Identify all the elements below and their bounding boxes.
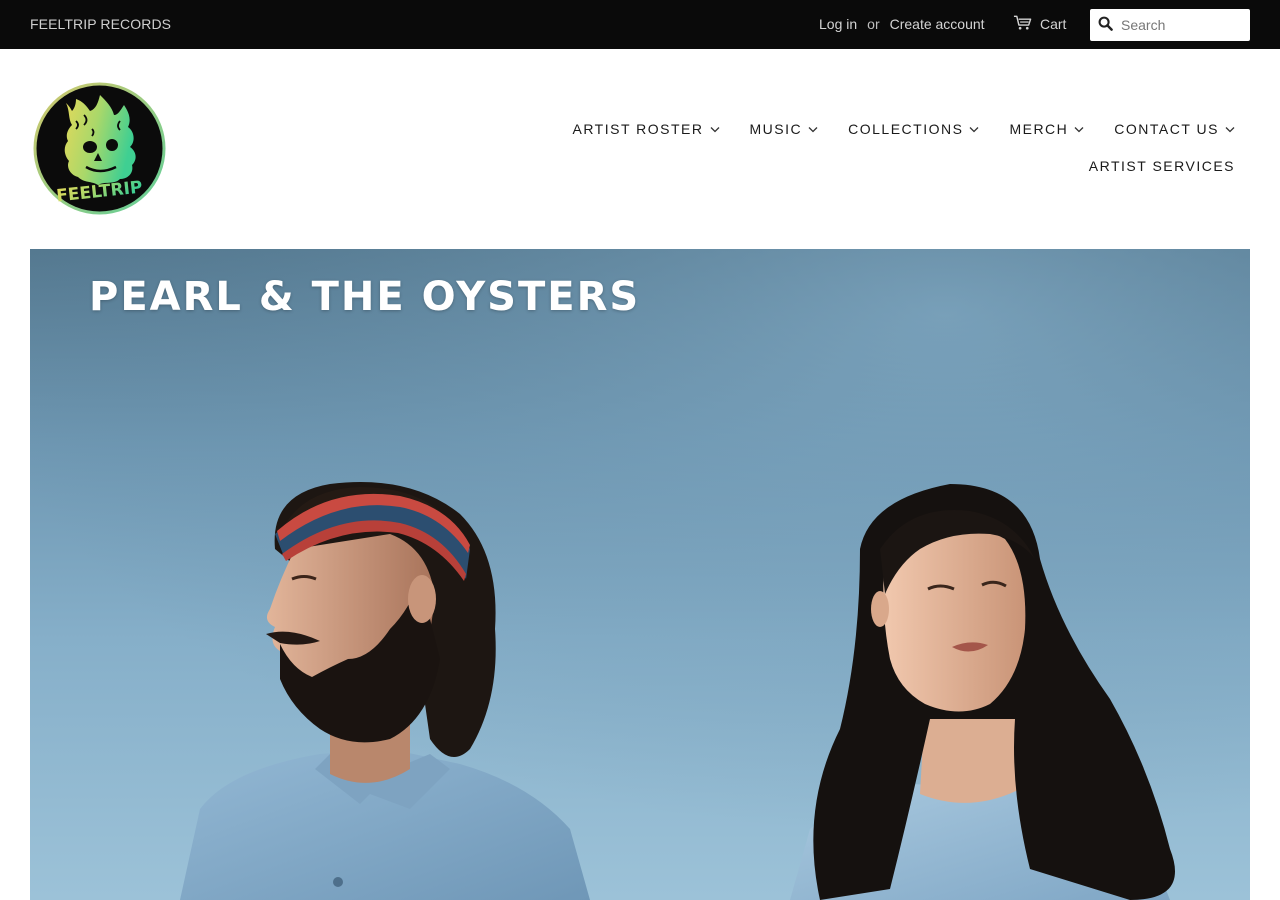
nav-item-label: MUSIC bbox=[749, 121, 803, 137]
chevron-down-icon bbox=[710, 126, 719, 132]
search-icon[interactable] bbox=[1098, 16, 1113, 34]
login-link[interactable]: Log in bbox=[819, 16, 857, 32]
nav-item-merch[interactable]: MERCH bbox=[1009, 121, 1084, 137]
nav-item-label: CONTACT US bbox=[1114, 121, 1219, 137]
feeltrip-logo[interactable]: FEELTRIP bbox=[32, 81, 167, 216]
cart-link[interactable]: Cart bbox=[1013, 14, 1066, 34]
nav-item-label: MERCH bbox=[1009, 121, 1069, 137]
chevron-down-icon bbox=[808, 126, 818, 132]
chevron-down-icon bbox=[1225, 126, 1235, 132]
nav-item-music[interactable]: MUSIC bbox=[750, 121, 819, 137]
chevron-down-icon bbox=[969, 126, 979, 132]
nav-item-artist-services[interactable]: ARTIST SERVICES bbox=[1089, 158, 1235, 174]
search-box bbox=[1090, 9, 1250, 41]
nav-item-contact-us[interactable]: CONTACT US bbox=[1114, 121, 1235, 137]
chevron-down-icon bbox=[1074, 126, 1084, 132]
nav-item-collections[interactable]: COLLECTIONS bbox=[848, 121, 979, 137]
search-input[interactable] bbox=[1121, 11, 1241, 39]
or-text: or bbox=[867, 16, 880, 32]
store-name-link[interactable]: FEELTRIP RECORDS bbox=[30, 16, 171, 32]
nav-item-artist-roster[interactable]: ARTIST ROSTER bbox=[572, 121, 719, 137]
top-bar: FEELTRIP RECORDS Log in or Create accoun… bbox=[0, 0, 1280, 49]
nav-item-label: COLLECTIONS bbox=[848, 121, 964, 137]
nav-item-label: ARTIST ROSTER bbox=[572, 121, 704, 137]
hero-banner: PEARL & THE OYSTERS bbox=[30, 249, 1250, 900]
band-photo bbox=[30, 249, 1250, 900]
cart-label: Cart bbox=[1040, 16, 1067, 32]
create-account-link[interactable]: Create account bbox=[890, 16, 985, 32]
account-links: Log in or Create account bbox=[819, 16, 985, 32]
nav-item-label: ARTIST SERVICES bbox=[1088, 158, 1235, 174]
hero-title: PEARL & THE OYSTERS bbox=[89, 274, 641, 320]
cart-icon bbox=[1013, 14, 1032, 34]
main-nav: ARTIST ROSTER MUSIC COLLECTIONS MERCH CO… bbox=[572, 121, 1235, 137]
